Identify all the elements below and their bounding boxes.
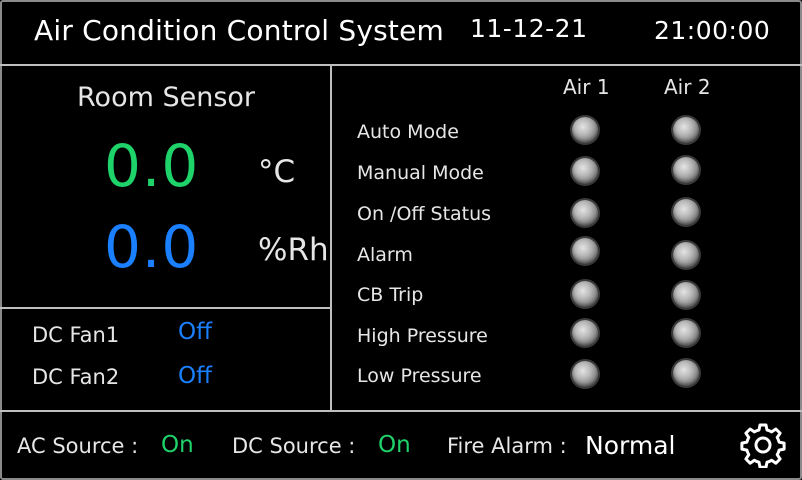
status-label-auto-mode: Auto Mode xyxy=(357,121,459,143)
air2-manual-mode-indicator xyxy=(673,157,699,183)
ac-source-label: AC Source : xyxy=(17,434,139,458)
dc-fan2-status: Off xyxy=(178,363,212,389)
column-air1-header: Air 1 xyxy=(563,75,610,99)
header-divider xyxy=(0,64,802,66)
air1-manual-mode-indicator xyxy=(572,158,598,184)
air2-cb-trip-indicator xyxy=(673,282,699,308)
status-label-on-off: On /Off Status xyxy=(357,203,492,225)
dc-source-label: DC Source : xyxy=(232,434,356,458)
current-date: 11-12-21 xyxy=(470,14,588,43)
air1-auto-mode-indicator xyxy=(572,117,598,143)
footer-divider xyxy=(0,410,802,412)
status-label-manual-mode: Manual Mode xyxy=(357,162,484,184)
temperature-value: 0.0 xyxy=(104,132,200,200)
status-label-cb-trip: CB Trip xyxy=(357,284,424,306)
status-label-alarm: Alarm xyxy=(357,244,413,266)
settings-gear-icon[interactable] xyxy=(740,422,786,469)
dc-fan1-label: DC Fan1 xyxy=(32,323,120,347)
status-label-low-pressure: Low Pressure xyxy=(357,365,482,387)
air2-auto-mode-indicator xyxy=(673,117,699,143)
air1-on-off-indicator xyxy=(572,200,598,226)
air1-high-pressure-indicator xyxy=(572,320,598,346)
left-panel-divider xyxy=(330,64,332,410)
status-label-high-pressure: High Pressure xyxy=(357,325,488,347)
air2-high-pressure-indicator xyxy=(673,320,699,346)
room-sensor-title: Room Sensor xyxy=(77,82,256,113)
air1-cb-trip-indicator xyxy=(572,281,598,307)
sensor-fan-divider xyxy=(0,307,331,309)
dc-source-status: On xyxy=(378,432,411,458)
air2-low-pressure-indicator xyxy=(673,360,699,386)
fire-alarm-label: Fire Alarm : xyxy=(447,434,567,458)
temperature-unit: °C xyxy=(258,154,296,190)
dc-fan2-label: DC Fan2 xyxy=(32,365,120,389)
air2-alarm-indicator xyxy=(673,242,699,268)
ac-source-status: On xyxy=(161,432,194,458)
fire-alarm-status: Normal xyxy=(585,431,676,460)
air1-alarm-indicator xyxy=(572,238,598,264)
column-air2-header: Air 2 xyxy=(664,75,711,99)
current-time: 21:00:00 xyxy=(654,16,771,45)
humidity-value: 0.0 xyxy=(104,213,200,281)
app-title: Air Condition Control System xyxy=(34,14,444,47)
dc-fan1-status: Off xyxy=(178,319,212,345)
air1-low-pressure-indicator xyxy=(572,361,598,387)
humidity-unit: %Rh xyxy=(258,232,329,268)
air2-on-off-indicator xyxy=(673,199,699,225)
